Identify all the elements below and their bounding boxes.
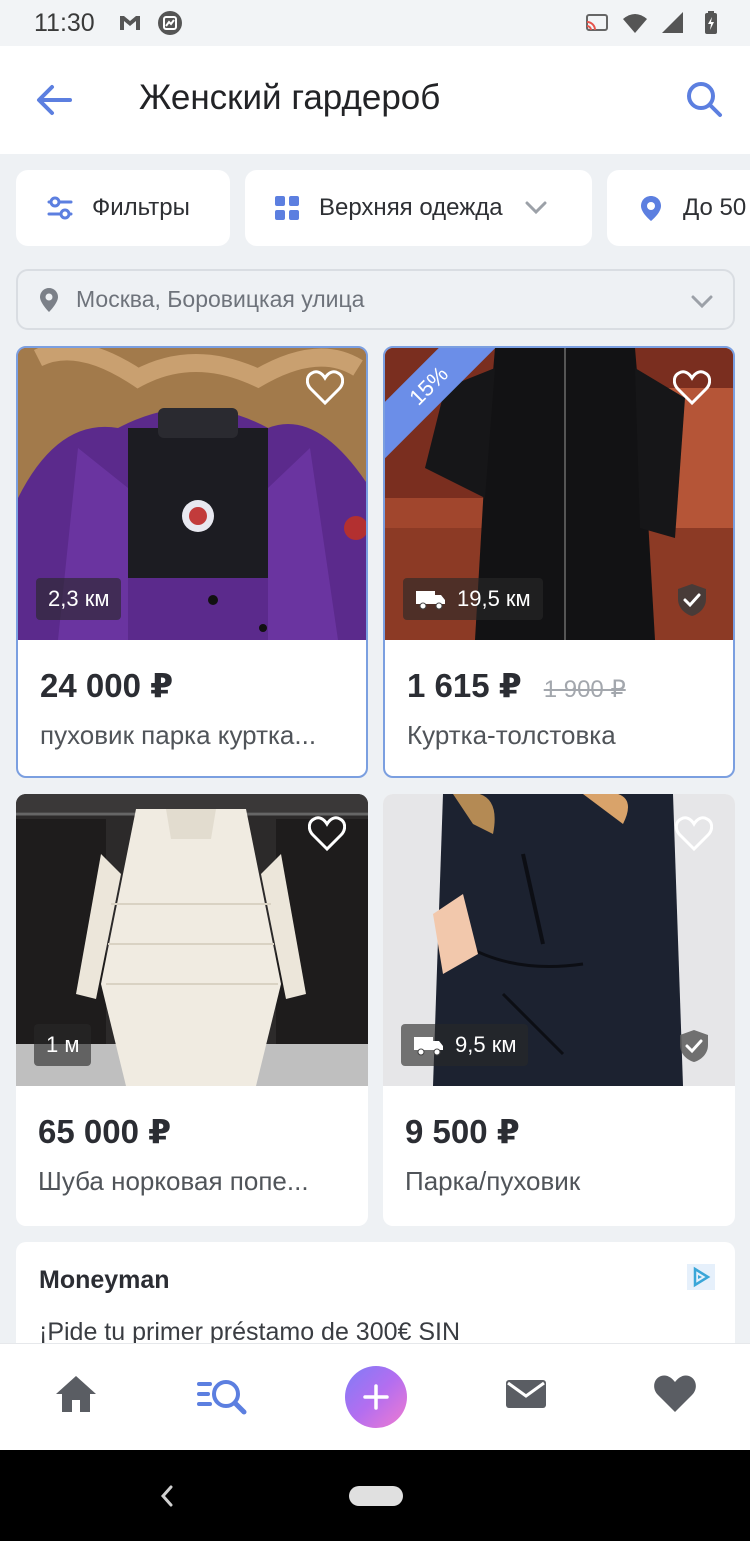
listing-image[interactable]: 15% 19,5 км (385, 348, 733, 640)
gmail-icon (119, 16, 140, 30)
listing-image[interactable]: 9,5 км (383, 794, 735, 1086)
distance-label: 19,5 км (457, 586, 531, 611)
back-arrow-icon[interactable] (34, 82, 74, 118)
search-icon[interactable] (684, 79, 724, 119)
mail-icon[interactable] (502, 1370, 550, 1418)
heart-icon[interactable] (651, 1370, 699, 1418)
distance-label: 2,3 км (48, 586, 110, 611)
heart-outline-icon[interactable] (308, 816, 346, 852)
status-bar: 11:30 (0, 0, 750, 46)
add-icon (363, 1384, 389, 1410)
wifi-icon (623, 14, 647, 33)
listing-price-old: 1 900 ₽ (543, 676, 626, 703)
listing-title: пуховик парка куртка... (40, 720, 317, 750)
battery-icon (705, 11, 717, 34)
grid-icon (275, 196, 299, 220)
listing-price: 9 500 ₽ (405, 1113, 520, 1150)
page-title: Женский гардероб (139, 78, 441, 117)
location-pin-icon (40, 287, 58, 312)
app-header: Женский гардероб (0, 46, 750, 154)
listing-price: 1 615 ₽ 1 900 ₽ (407, 666, 626, 705)
location-selector[interactable]: Москва, Боровицкая улица (16, 269, 735, 330)
category-chip-label: Верхняя одежда (319, 194, 503, 221)
listing-card[interactable]: 1 м 65 000 ₽ Шуба норковая попе... (16, 794, 368, 1226)
distance-label: 1 м (46, 1032, 80, 1057)
location-value: Москва, Боровицкая улица (76, 286, 365, 312)
ad-choices-icon[interactable] (687, 1264, 715, 1290)
location-pin-icon (641, 196, 661, 221)
distance-chip[interactable]: До 50 (607, 170, 750, 246)
bottom-navigation (0, 1343, 750, 1450)
chevron-down-icon (691, 295, 713, 309)
listing-image[interactable]: 2,3 км (18, 348, 366, 640)
chevron-down-icon (525, 201, 547, 215)
category-chip[interactable]: Верхняя одежда (245, 170, 592, 246)
listing-card[interactable]: 2,3 км 24 000 ₽ пуховик парка куртка... (16, 346, 368, 778)
listing-title: Парка/пуховик (405, 1166, 581, 1196)
system-back-icon[interactable] (158, 1484, 176, 1508)
distance-badge: 19,5 км (403, 578, 543, 620)
secure-deal-shield-icon (680, 1030, 708, 1062)
listing-price-current: 1 615 ₽ (407, 667, 522, 704)
distance-label: 9,5 км (455, 1032, 517, 1057)
status-time: 11:30 (34, 8, 95, 37)
delivery-truck-icon (416, 591, 445, 610)
distance-badge: 9,5 км (401, 1024, 529, 1066)
search-list-icon[interactable] (196, 1370, 254, 1418)
listing-card[interactable]: 9,5 км 9 500 ₽ Парка/пуховик (383, 794, 735, 1226)
heart-outline-icon[interactable] (673, 370, 711, 406)
delivery-truck-icon (414, 1037, 443, 1056)
system-navigation-bar (0, 1450, 750, 1541)
distance-badge: 2,3 км (36, 578, 122, 620)
filters-chip-label: Фильтры (92, 194, 190, 221)
listing-title: Куртка-толстовка (407, 720, 616, 750)
distance-chip-label: До 50 (683, 194, 747, 221)
secure-deal-shield-icon (678, 584, 706, 616)
ad-title: Moneyman (39, 1266, 170, 1294)
heart-outline-icon[interactable] (306, 370, 344, 406)
distance-badge: 1 м (34, 1024, 92, 1066)
cast-icon (586, 14, 608, 31)
signal-icon (662, 12, 683, 33)
listing-price: 24 000 ₽ (40, 667, 174, 704)
system-home-pill[interactable] (349, 1486, 403, 1506)
gallery-icon (157, 11, 182, 35)
heart-outline-icon[interactable] (675, 816, 713, 852)
listing-card[interactable]: 15% 19,5 км 1 615 ₽ 1 900 ₽ Куртка-толсто… (383, 346, 735, 778)
filter-sliders-icon (47, 196, 73, 220)
add-listing-button[interactable] (345, 1366, 407, 1428)
filters-chip[interactable]: Фильтры (16, 170, 230, 246)
home-icon[interactable] (52, 1370, 100, 1418)
listing-price: 65 000 ₽ (38, 1113, 172, 1150)
listing-image[interactable]: 1 м (16, 794, 368, 1086)
listing-title: Шуба норковая попе... (38, 1166, 309, 1196)
